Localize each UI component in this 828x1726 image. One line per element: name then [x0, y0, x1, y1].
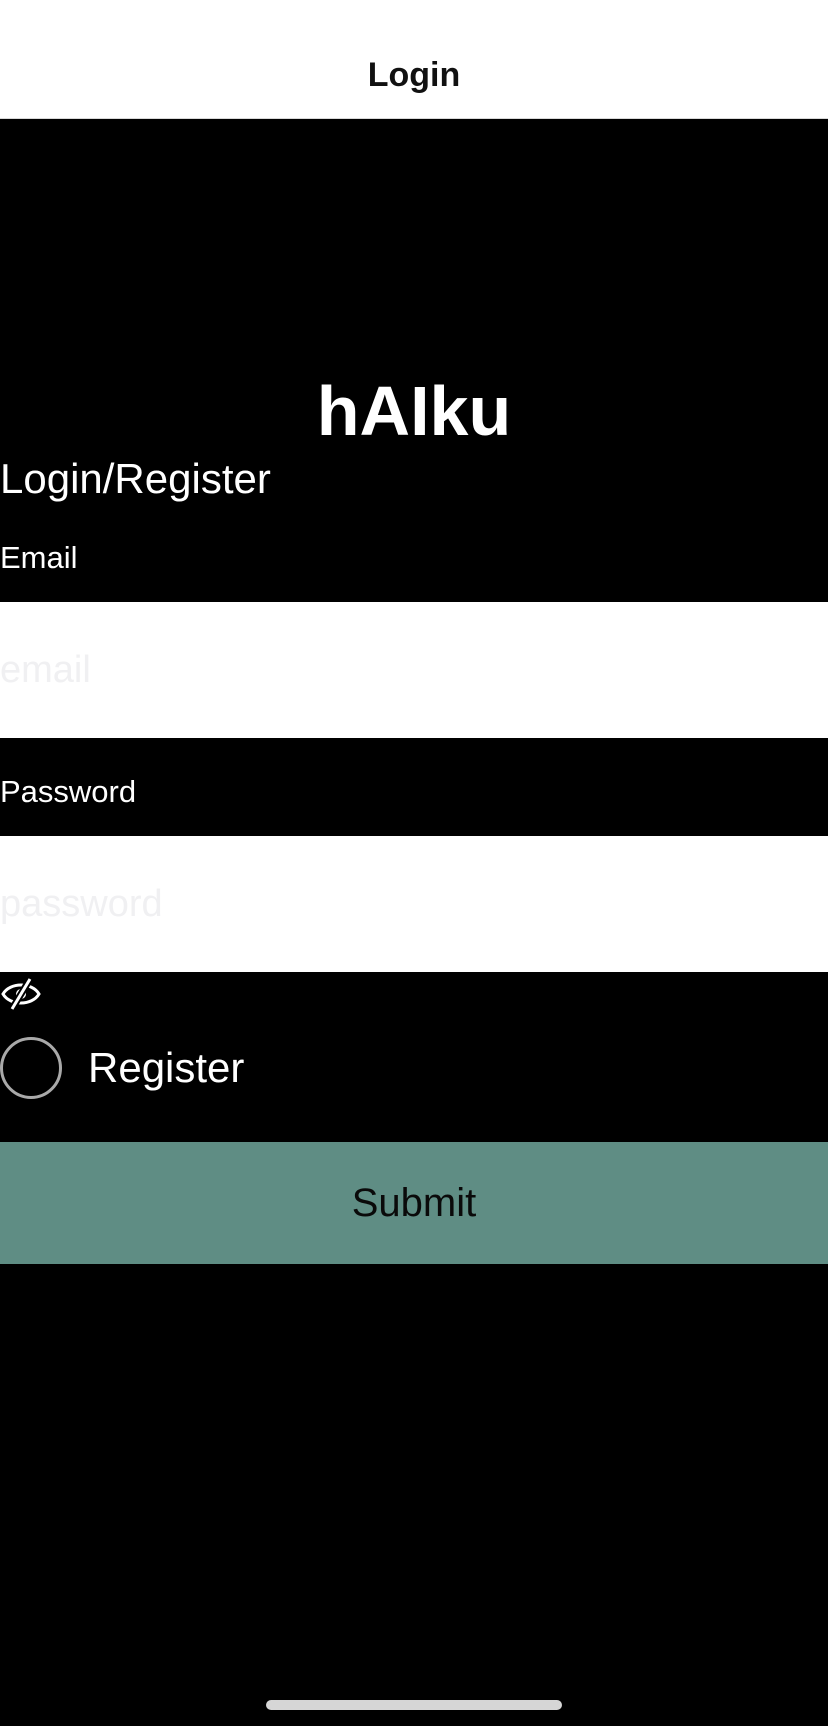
home-indicator: [266, 1700, 562, 1710]
form-heading: Login/Register: [0, 455, 271, 502]
email-field[interactable]: [0, 602, 828, 738]
password-field[interactable]: [0, 836, 828, 972]
app-title: hAIku: [316, 372, 512, 450]
register-radio[interactable]: [0, 1037, 62, 1099]
eye-slash-icon[interactable]: [0, 976, 42, 1012]
email-label: Email: [0, 540, 78, 575]
navigation-bar: Login: [0, 0, 828, 119]
nav-title: Login: [367, 55, 461, 94]
login-screen: Login hAIku Login/Register Email Passwor…: [0, 0, 828, 1726]
submit-button[interactable]: Submit: [0, 1142, 828, 1264]
password-label: Password: [0, 774, 137, 809]
register-option[interactable]: Register: [0, 1034, 244, 1102]
register-label: Register: [88, 1044, 245, 1091]
